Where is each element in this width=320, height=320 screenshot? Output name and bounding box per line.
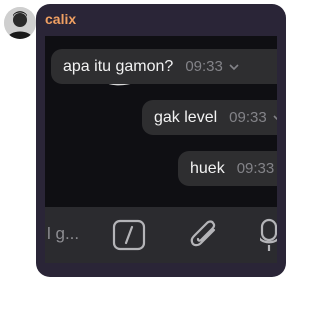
gif-icon[interactable] <box>112 219 146 256</box>
sender-name[interactable]: calix <box>45 11 76 27</box>
chat-screenshot: apa itu gamon? 09:33 gak level 09:33 hue… <box>45 36 277 263</box>
message-card: calix apa itu gamon? 09:33 gak level 09:… <box>36 4 286 277</box>
compose-bar: l g... <box>45 207 277 263</box>
message-text: gak level <box>154 108 218 126</box>
message-text: apa itu gamon? <box>63 57 174 75</box>
microphone-icon[interactable] <box>256 218 277 257</box>
profile-avatar-image <box>4 7 36 39</box>
message-time: 09:33 <box>185 58 223 75</box>
message-bubble[interactable]: gak level 09:33 <box>142 100 277 135</box>
chevron-down-icon[interactable] <box>273 109 277 127</box>
message-input-placeholder[interactable]: l g... <box>47 224 79 244</box>
attachment-icon[interactable] <box>188 218 220 257</box>
message-time: 09:33 <box>229 109 267 126</box>
avatar[interactable] <box>4 7 36 39</box>
message-bubble[interactable]: apa itu gamon? 09:33 <box>51 49 277 84</box>
message-time: 09:33 <box>236 160 275 177</box>
chevron-down-icon[interactable] <box>229 58 239 76</box>
message-bubble[interactable]: huek 09:33 <box>178 151 277 186</box>
message-text: huek <box>190 159 225 177</box>
